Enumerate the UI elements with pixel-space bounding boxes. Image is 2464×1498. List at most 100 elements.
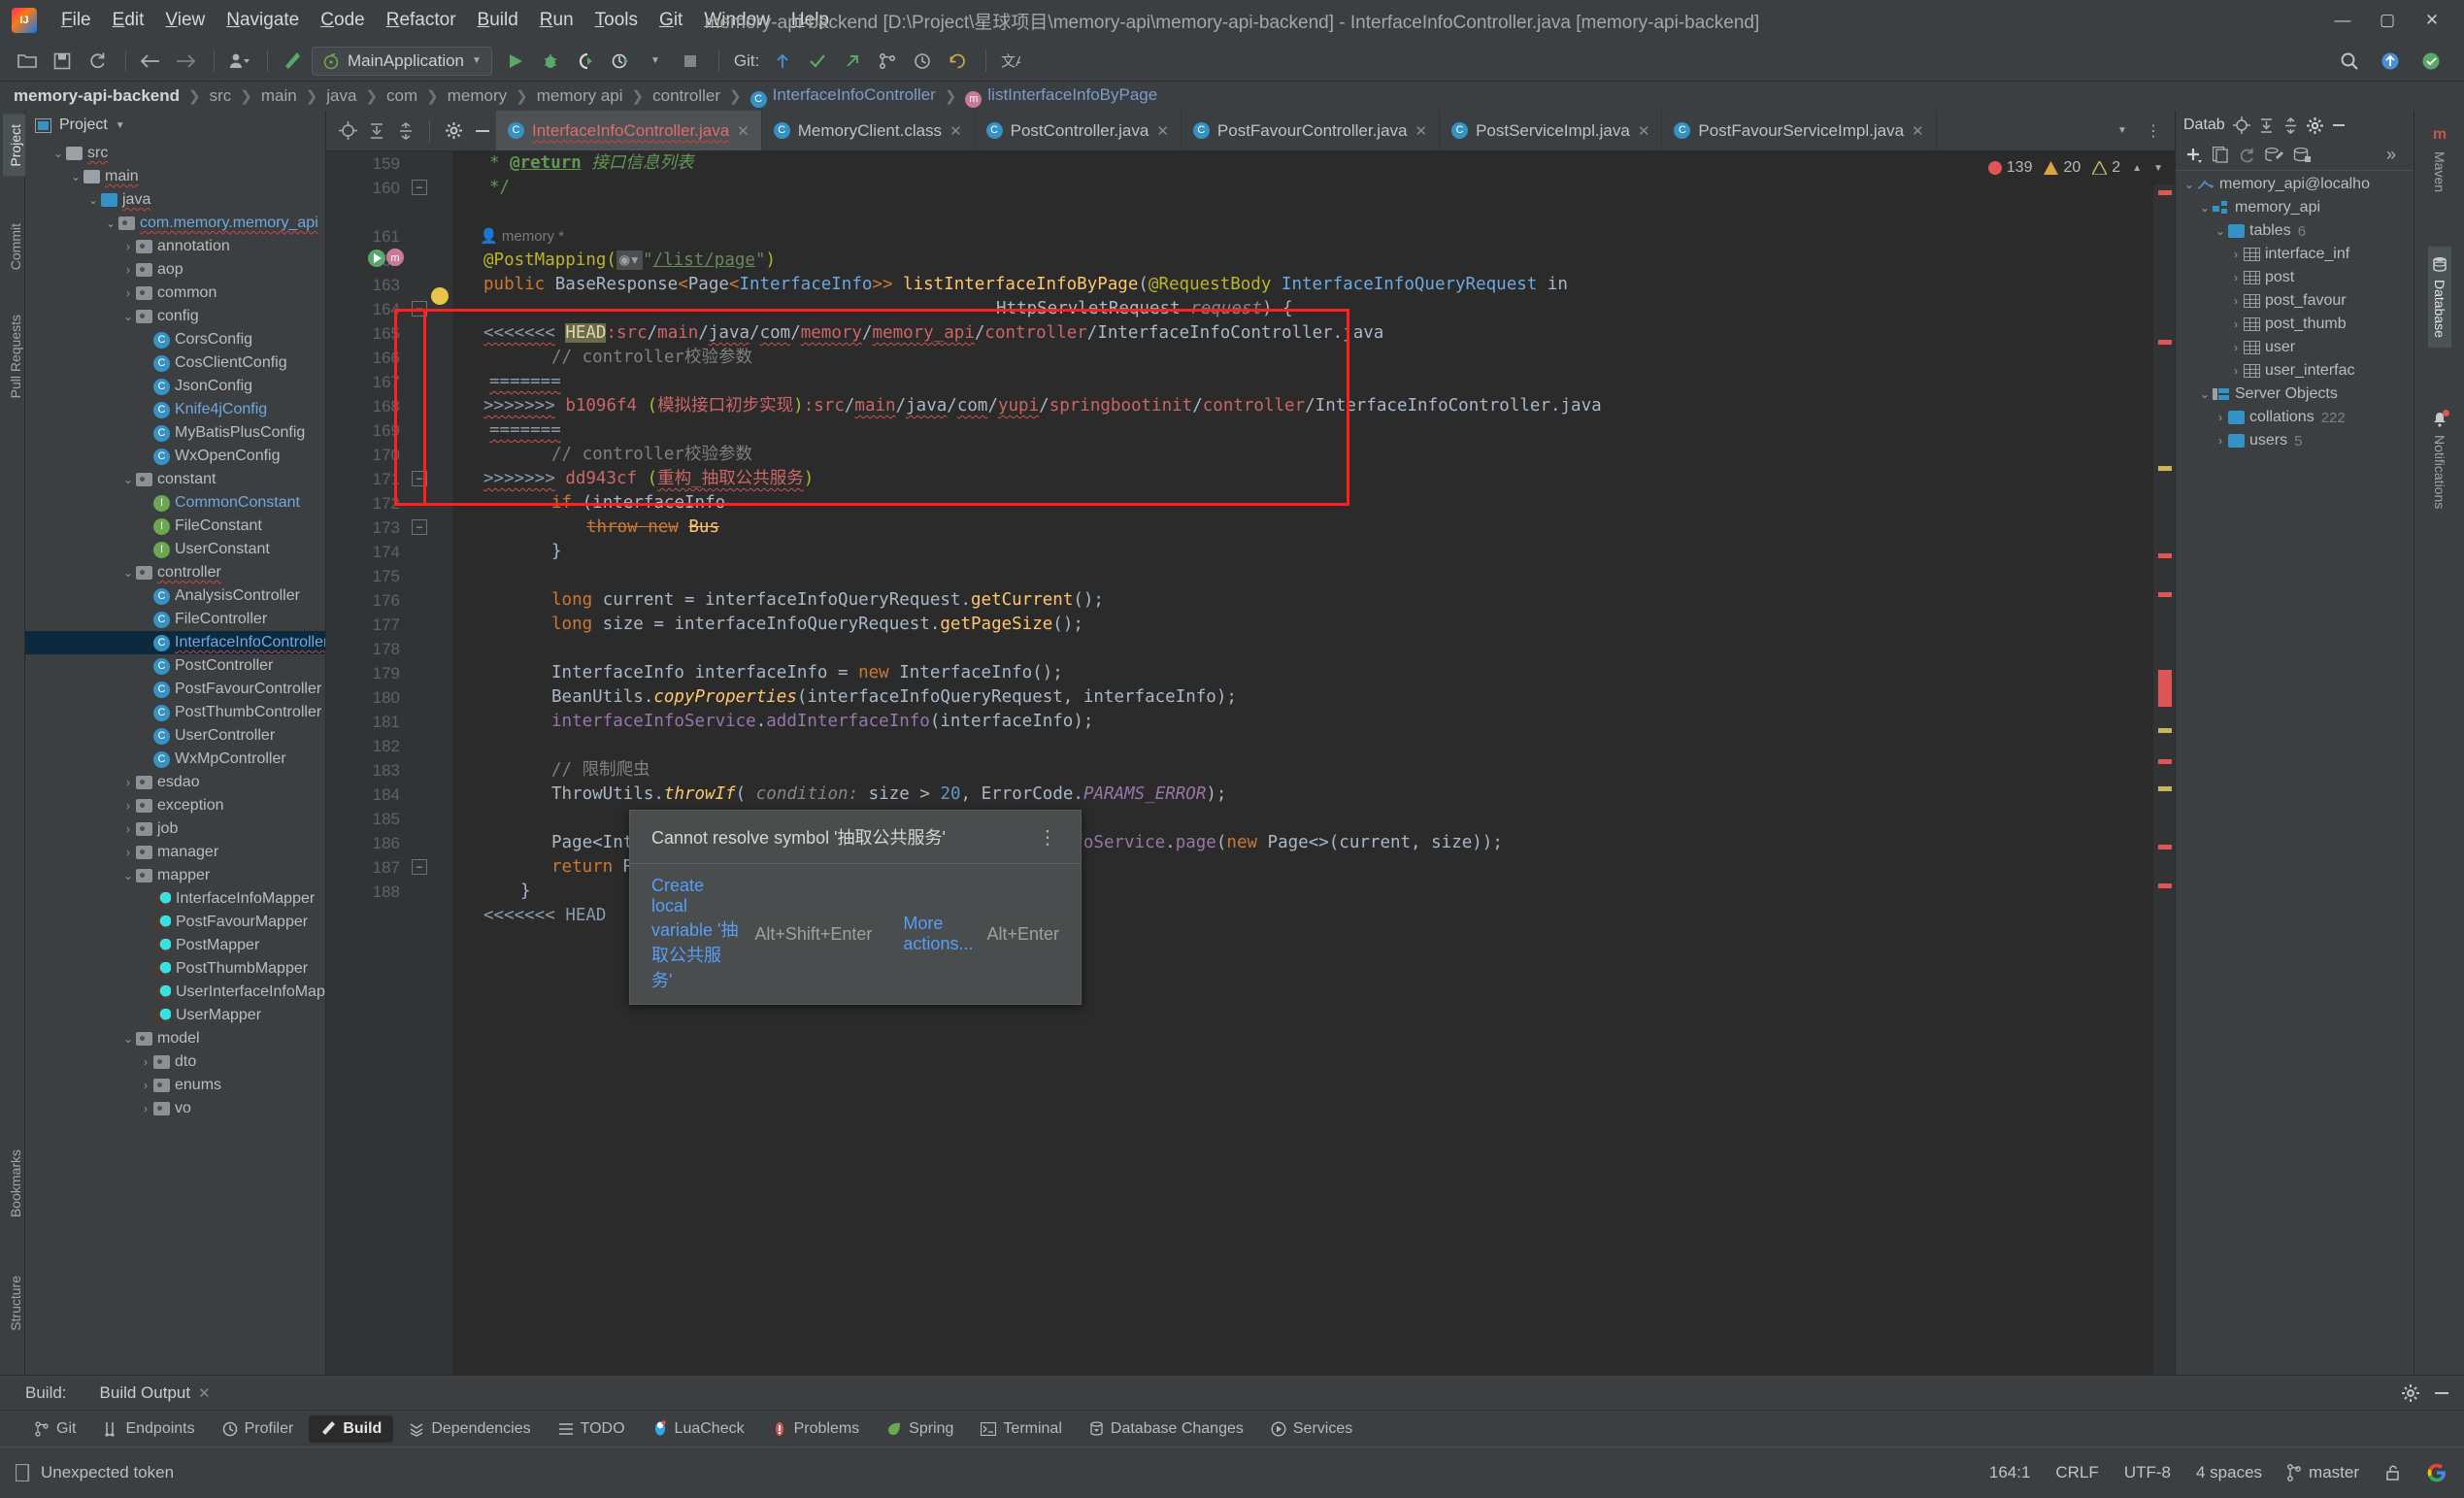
chevron-down-icon[interactable]: ▼	[472, 55, 482, 66]
profile-icon[interactable]	[605, 47, 636, 76]
translate-icon[interactable]: 文A	[995, 47, 1026, 76]
project-tree[interactable]: ⌄ src ⌄ main ⌄ java ⌄ com.memory.memory_api › ann…	[25, 142, 325, 1375]
chevron-right-icon[interactable]: ›	[2228, 294, 2244, 308]
editor-tab[interactable]: C MemoryClient.class ✕	[762, 111, 975, 150]
close-icon[interactable]: ✕	[1912, 122, 1924, 140]
stripe-marker[interactable]	[2158, 786, 2172, 791]
back-arrow-icon[interactable]	[135, 47, 166, 76]
stripe-marker[interactable]	[2158, 553, 2172, 558]
run-icon[interactable]	[500, 47, 531, 76]
chevron-down-icon[interactable]: ⌄	[120, 566, 136, 580]
maximize-button[interactable]: ▢	[2365, 0, 2410, 41]
database-tree-node[interactable]: ⌄ memory_api@localho	[2176, 173, 2414, 196]
database-tree-node[interactable]: › post_favour	[2176, 289, 2414, 313]
tool-window-problems[interactable]: Problems	[760, 1415, 872, 1443]
unlocked-icon[interactable]	[2384, 1464, 2402, 1481]
chevron-right-icon[interactable]: ›	[120, 263, 136, 277]
stripe-marker[interactable]	[2158, 466, 2172, 471]
chevron-down-icon[interactable]: ⌄	[120, 869, 136, 882]
build-output-tab[interactable]: Build Output ✕	[100, 1383, 211, 1403]
expand-all-icon[interactable]	[363, 117, 390, 145]
stripe-marker[interactable]	[2158, 845, 2172, 849]
menu-item-build[interactable]: Build	[467, 6, 529, 35]
tree-node[interactable]: UserMapper	[25, 1004, 325, 1027]
hide-panel-icon[interactable]	[2331, 117, 2347, 133]
tree-node[interactable]: InterfaceInfoMapper	[25, 887, 325, 911]
run-coverage-icon[interactable]	[570, 47, 601, 76]
database-tree-node[interactable]: › user_interfac	[2176, 359, 2414, 383]
stripe-marker[interactable]	[2158, 592, 2172, 597]
menu-item-view[interactable]: View	[154, 6, 216, 35]
tree-node[interactable]: C CosClientConfig	[25, 351, 325, 375]
database-overflow-icon[interactable]: »	[2386, 145, 2414, 165]
gear-icon[interactable]	[440, 117, 467, 145]
close-icon[interactable]: ✕	[949, 122, 962, 140]
close-icon[interactable]: ✕	[198, 1384, 211, 1402]
tooltip-action-row[interactable]: Create local variable '抽取公共服务' Alt+Shift…	[630, 863, 1081, 1004]
warning-count-badge[interactable]: 20	[2044, 159, 2081, 177]
menu-item-edit[interactable]: Edit	[102, 6, 155, 35]
tree-node[interactable]: ⌄ config	[25, 305, 325, 328]
sidebar-item-database[interactable]: Database	[2428, 247, 2451, 348]
gear-icon[interactable]	[2402, 1383, 2419, 1402]
code-editor[interactable]: 139 20 2 ▲ ▼ 159 160 161 162 163 164 165…	[326, 151, 2175, 1375]
database-tree-node[interactable]: › users 5	[2176, 429, 2414, 452]
breadcrumb-item-com[interactable]: com	[386, 86, 417, 106]
editor-tab[interactable]: C PostServiceImpl.java ✕	[1440, 111, 1663, 150]
tool-window-dependencies[interactable]: Dependencies	[397, 1415, 542, 1443]
database-tree-node[interactable]: ⌄ Server Objects	[2176, 383, 2414, 406]
collapse-all-icon[interactable]	[2282, 117, 2299, 134]
tree-node[interactable]: I FileConstant	[25, 515, 325, 538]
weak-warning-count-badge[interactable]: 2	[2092, 159, 2120, 177]
chevron-right-icon[interactable]: ›	[2228, 271, 2244, 284]
menu-item-help[interactable]: Help	[781, 6, 840, 35]
fold-marker[interactable]: −	[412, 180, 427, 195]
git-update-icon[interactable]	[767, 47, 798, 76]
tree-node[interactable]: › common	[25, 282, 325, 305]
editor-tab[interactable]: C PostFavourController.java ✕	[1182, 111, 1441, 150]
chevron-down-icon[interactable]: ⌄	[2197, 387, 2213, 401]
profile-dropdown-icon[interactable]: ▼	[640, 47, 671, 76]
git-commit-icon[interactable]	[802, 47, 833, 76]
breadcrumb-item-memory-api[interactable]: memory api	[537, 86, 623, 106]
tree-node[interactable]: C PostThumbController	[25, 701, 325, 724]
database-tree-node[interactable]: ⌄ tables 6	[2176, 219, 2414, 243]
chevron-down-icon[interactable]: ⌄	[2197, 201, 2213, 215]
close-button[interactable]: ✕	[2410, 0, 2454, 41]
open-folder-icon[interactable]	[12, 47, 43, 76]
indent-setting[interactable]: 4 spaces	[2196, 1463, 2262, 1482]
editor-tab[interactable]: C PostFavourServiceImpl.java ✕	[1662, 111, 1937, 150]
chevron-right-icon[interactable]: ›	[120, 822, 136, 836]
tree-node[interactable]: ⌄ model	[25, 1027, 325, 1050]
chevron-right-icon[interactable]: ›	[2228, 364, 2244, 378]
chevron-right-icon[interactable]: ›	[2228, 341, 2244, 354]
gear-icon[interactable]	[2306, 117, 2323, 134]
chevron-down-icon[interactable]: ⌄	[85, 193, 101, 207]
tree-node[interactable]: C PostController	[25, 654, 325, 678]
menu-item-window[interactable]: Window	[693, 6, 781, 35]
tree-node[interactable]: C AnalysisController	[25, 584, 325, 608]
caret-position[interactable]: 164:1	[1989, 1463, 2031, 1482]
database-tree-node[interactable]: › collations 222	[2176, 406, 2414, 429]
more-actions-link[interactable]: More actions...	[903, 914, 973, 954]
inspection-chevron-up-icon[interactable]: ▲	[2132, 163, 2142, 174]
breadcrumb-item-controller[interactable]: controller	[652, 86, 720, 106]
menu-item-tools[interactable]: Tools	[584, 6, 649, 35]
breadcrumb-item-listinterfaceinfobypage[interactable]: m listInterfaceInfoByPage	[965, 85, 1157, 108]
tree-node[interactable]: C PostFavourController	[25, 678, 325, 701]
chevron-right-icon[interactable]: ›	[138, 1055, 153, 1069]
tree-node[interactable]: C MyBatisPlusConfig	[25, 421, 325, 445]
menu-item-refactor[interactable]: Refactor	[376, 6, 467, 35]
menu-item-navigate[interactable]: Navigate	[216, 6, 310, 35]
tool-window-terminal[interactable]: Terminal	[969, 1415, 1073, 1443]
chevron-right-icon[interactable]: ›	[120, 799, 136, 813]
stripe-marker[interactable]	[2158, 759, 2172, 764]
tab-list-chevron-icon[interactable]: ▼	[2109, 117, 2136, 145]
editor-tab[interactable]: C PostController.java ✕	[975, 111, 1182, 150]
chevron-right-icon[interactable]: ›	[138, 1102, 153, 1115]
chevron-down-icon[interactable]: ⌄	[2181, 178, 2197, 191]
tool-window-build[interactable]: Build	[309, 1415, 394, 1443]
tree-node[interactable]: C WxMpController	[25, 748, 325, 771]
close-icon[interactable]: ✕	[1156, 122, 1169, 140]
collapse-all-icon[interactable]	[392, 117, 419, 145]
